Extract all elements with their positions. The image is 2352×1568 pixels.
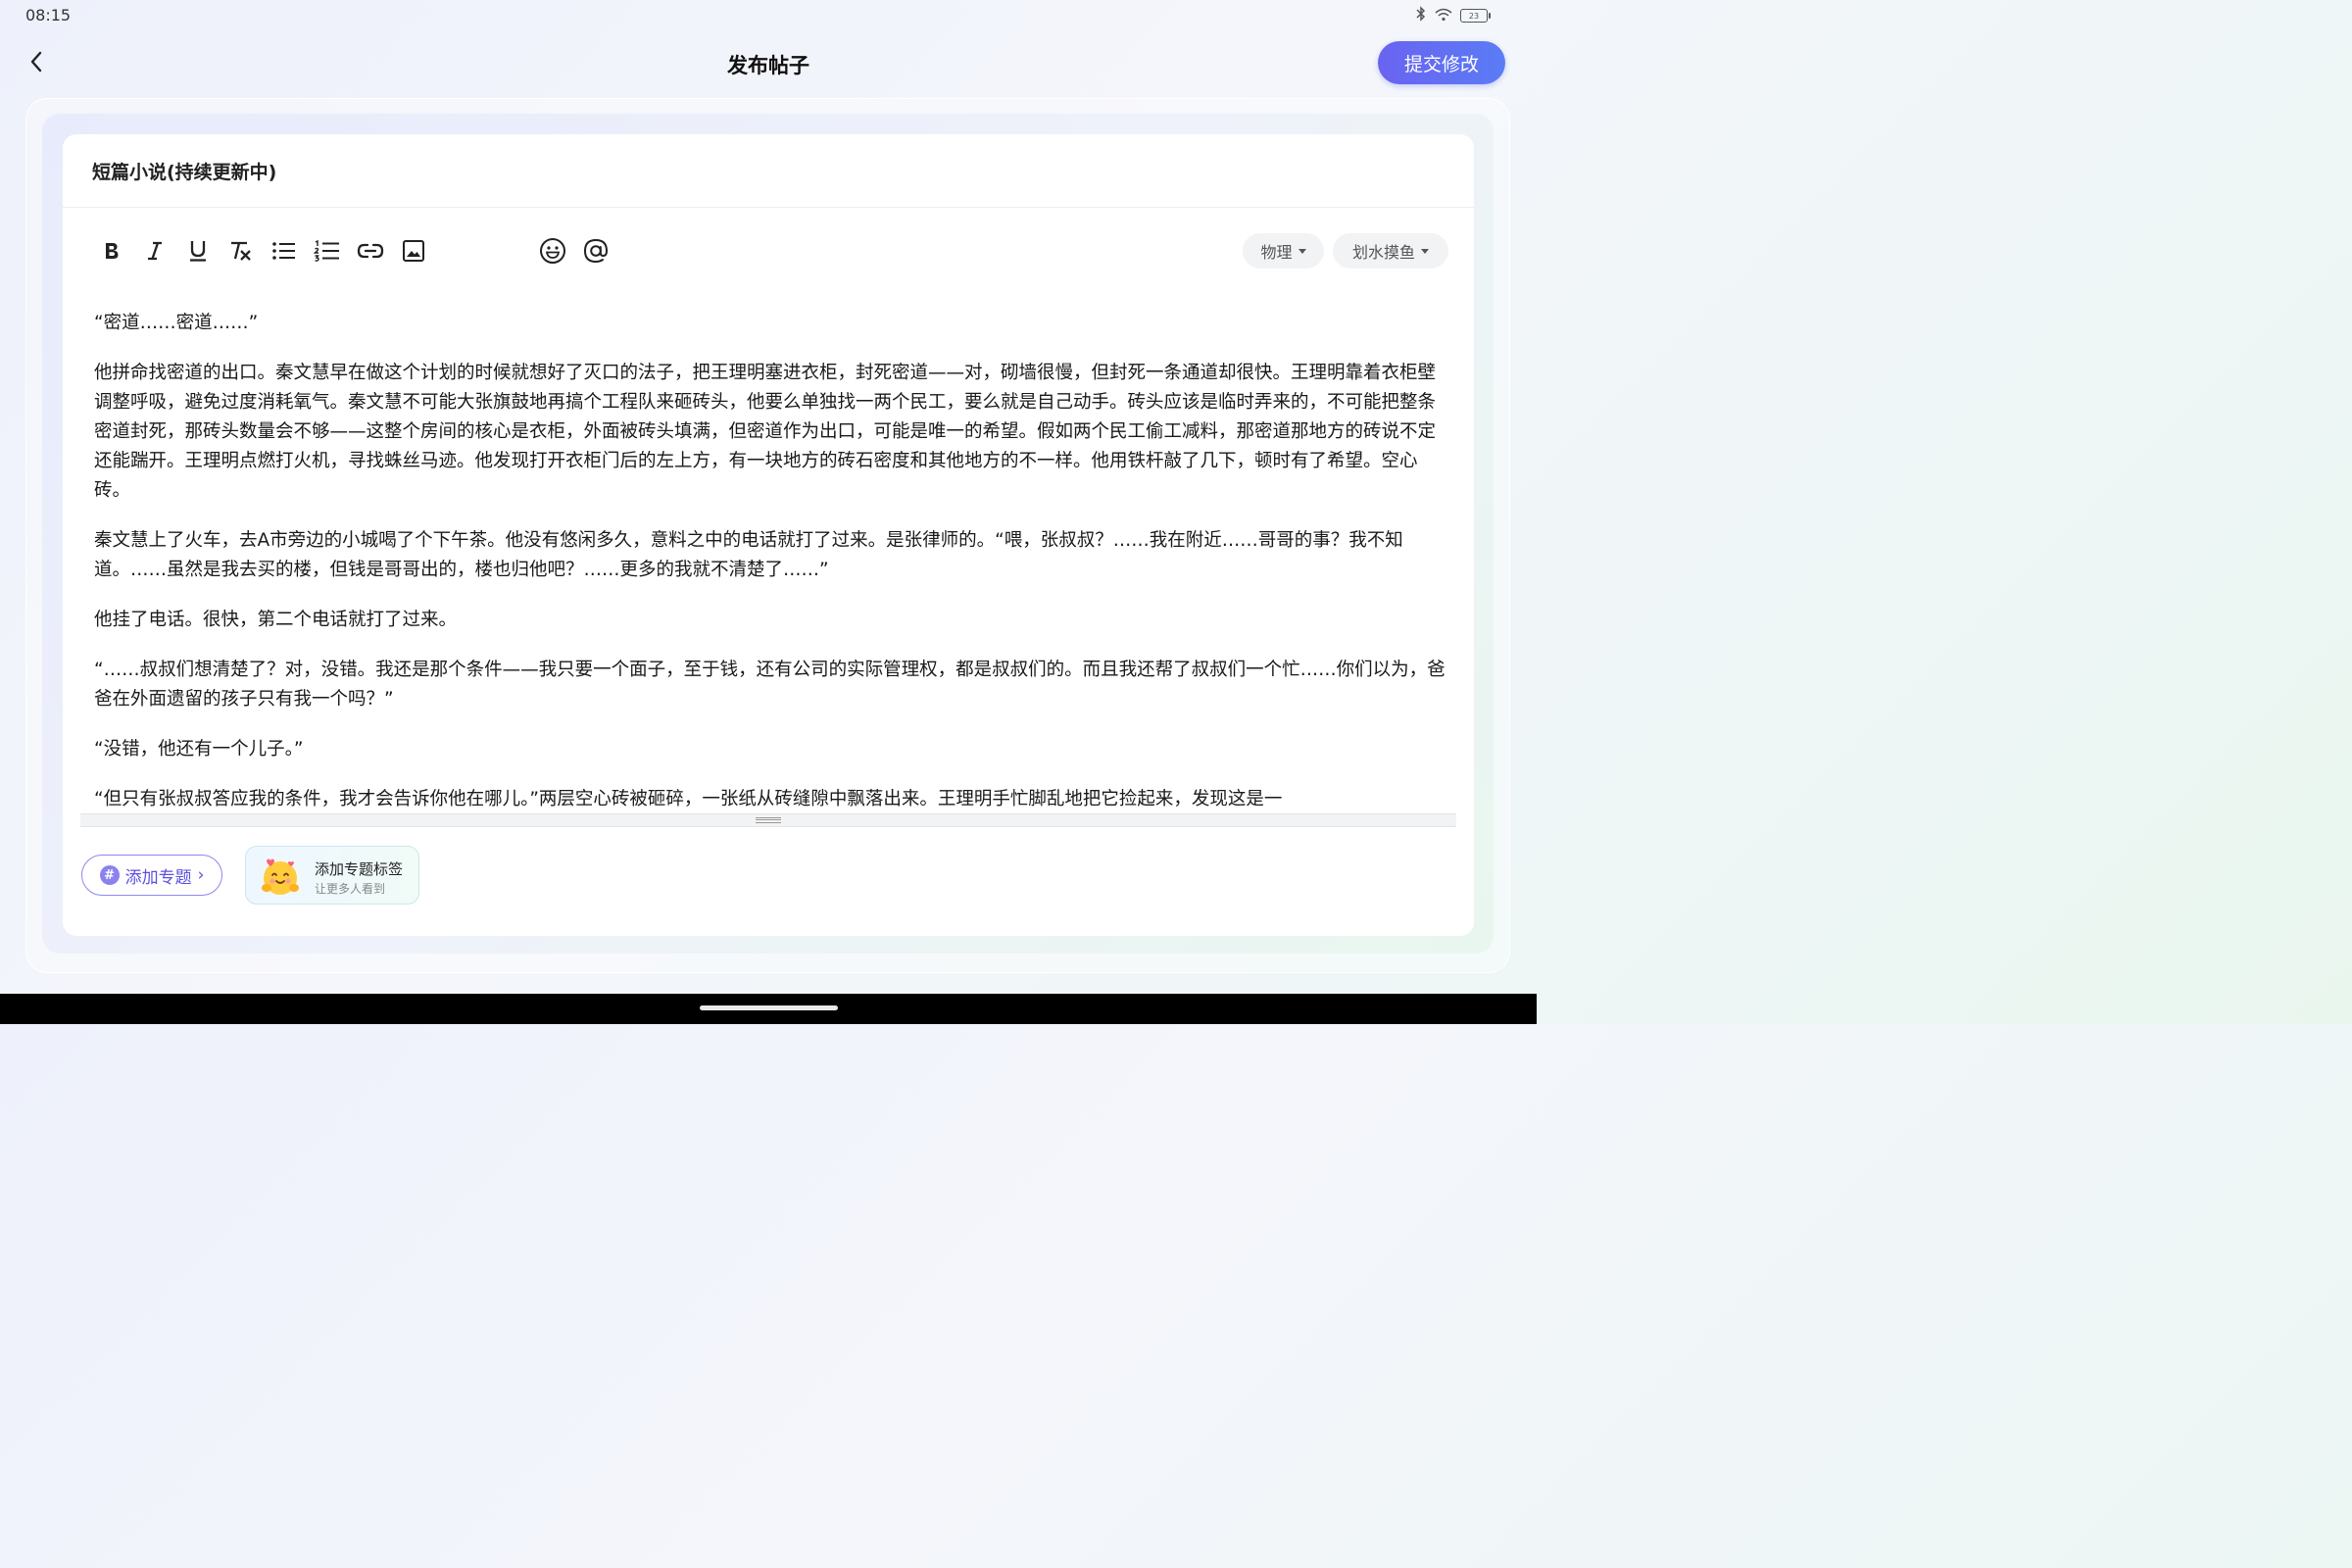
category-select-primary[interactable]: 物理 bbox=[1243, 233, 1324, 269]
system-nav-bar bbox=[0, 994, 1537, 1024]
emoji-button[interactable] bbox=[535, 232, 570, 270]
tip-title: 添加专题标签 bbox=[315, 860, 404, 878]
bold-icon bbox=[106, 243, 119, 259]
clear-format-icon bbox=[231, 241, 251, 261]
body-paragraph: “……叔叔们想清楚了？对，没错。我还是那个条件——我只要一个面子，至于钱，还有公… bbox=[94, 660, 1446, 710]
category-primary-label: 物理 bbox=[1260, 243, 1293, 262]
home-gesture-handle[interactable] bbox=[700, 1005, 838, 1010]
underline-button[interactable] bbox=[180, 232, 216, 270]
image-button[interactable] bbox=[396, 232, 431, 270]
numbered-list-button[interactable] bbox=[310, 232, 345, 270]
numbered-list-icon bbox=[314, 239, 339, 262]
chevron-left-icon bbox=[30, 51, 42, 73]
body-paragraph: 他挂了电话。很快，第二个电话就打了过来。 bbox=[94, 610, 458, 630]
bulleted-list-button[interactable] bbox=[267, 232, 302, 270]
editor-card: 短篇小说(持续更新中) 物理 划水摸鱼 “密道……密道……” 他拼命找密道的出口… bbox=[63, 134, 1474, 936]
link-icon bbox=[357, 243, 384, 259]
image-icon bbox=[403, 240, 424, 262]
italic-button[interactable] bbox=[137, 232, 172, 270]
post-title-input[interactable]: 短篇小说(持续更新中) bbox=[92, 158, 276, 184]
bulleted-list-icon bbox=[272, 242, 295, 260]
post-body-editor[interactable]: “密道……密道……” 他拼命找密道的出口。秦文慧早在做这个计划的时候就想好了灭口… bbox=[94, 309, 1446, 810]
body-paragraph: “但只有张叔叔答应我的条件，我才会告诉你他在哪儿。”两层空心砖被砸碎，一张纸从砖… bbox=[94, 789, 1283, 809]
body-paragraph: “密道……密道……” bbox=[94, 313, 259, 333]
underline-icon bbox=[190, 241, 206, 262]
editor-resize-handle[interactable] bbox=[80, 813, 1456, 827]
body-paragraph: 他拼命找密道的出口。秦文慧早在做这个计划的时候就想好了灭口的法子，把王理明塞进衣… bbox=[94, 363, 1437, 501]
bold-button[interactable] bbox=[94, 232, 129, 270]
top-bar: 发布帖子 提交修改 bbox=[0, 35, 1537, 92]
mention-icon bbox=[583, 238, 609, 264]
status-bar: 08:15 23 bbox=[0, 0, 1537, 31]
add-topic-button[interactable]: # 添加专题 › bbox=[81, 855, 222, 896]
back-button[interactable] bbox=[22, 47, 51, 76]
add-topic-tag-tip[interactable]: 添加专题标签 让更多人看到 bbox=[245, 846, 419, 905]
emoji-icon bbox=[540, 238, 565, 264]
category-select-secondary[interactable]: 划水摸鱼 bbox=[1333, 233, 1448, 269]
hashtag-icon: # bbox=[99, 865, 120, 885]
divider bbox=[63, 207, 1474, 208]
battery-icon: 23 bbox=[1460, 9, 1491, 23]
chevron-right-icon: › bbox=[197, 865, 205, 885]
submit-changes-button[interactable]: 提交修改 bbox=[1378, 41, 1505, 84]
body-paragraph: “没错，他还有一个儿子。” bbox=[94, 739, 304, 760]
body-paragraph: 秦文慧上了火车，去A市旁边的小城喝了个下午茶。他没有悠闲多久，意料之中的电话就打… bbox=[94, 530, 1403, 580]
italic-icon bbox=[148, 241, 162, 261]
caret-down-icon bbox=[1298, 248, 1306, 254]
bluetooth-icon bbox=[1415, 6, 1427, 25]
status-time: 08:15 bbox=[25, 6, 72, 24]
system-icons: 23 bbox=[1415, 6, 1491, 25]
grip-icon bbox=[756, 817, 781, 823]
category-secondary-label: 划水摸鱼 bbox=[1351, 243, 1415, 262]
caret-down-icon bbox=[1421, 248, 1429, 254]
clear-format-button[interactable] bbox=[223, 232, 259, 270]
format-toolbar bbox=[94, 232, 643, 270]
tip-subtitle: 让更多人看到 bbox=[315, 882, 386, 896]
link-button[interactable] bbox=[353, 232, 388, 270]
add-topic-label: 添加专题 bbox=[124, 867, 192, 888]
page-title: 发布帖子 bbox=[727, 54, 809, 77]
mention-button[interactable] bbox=[578, 232, 613, 270]
wifi-icon bbox=[1435, 7, 1452, 25]
hugging-emoji-icon bbox=[262, 858, 299, 895]
